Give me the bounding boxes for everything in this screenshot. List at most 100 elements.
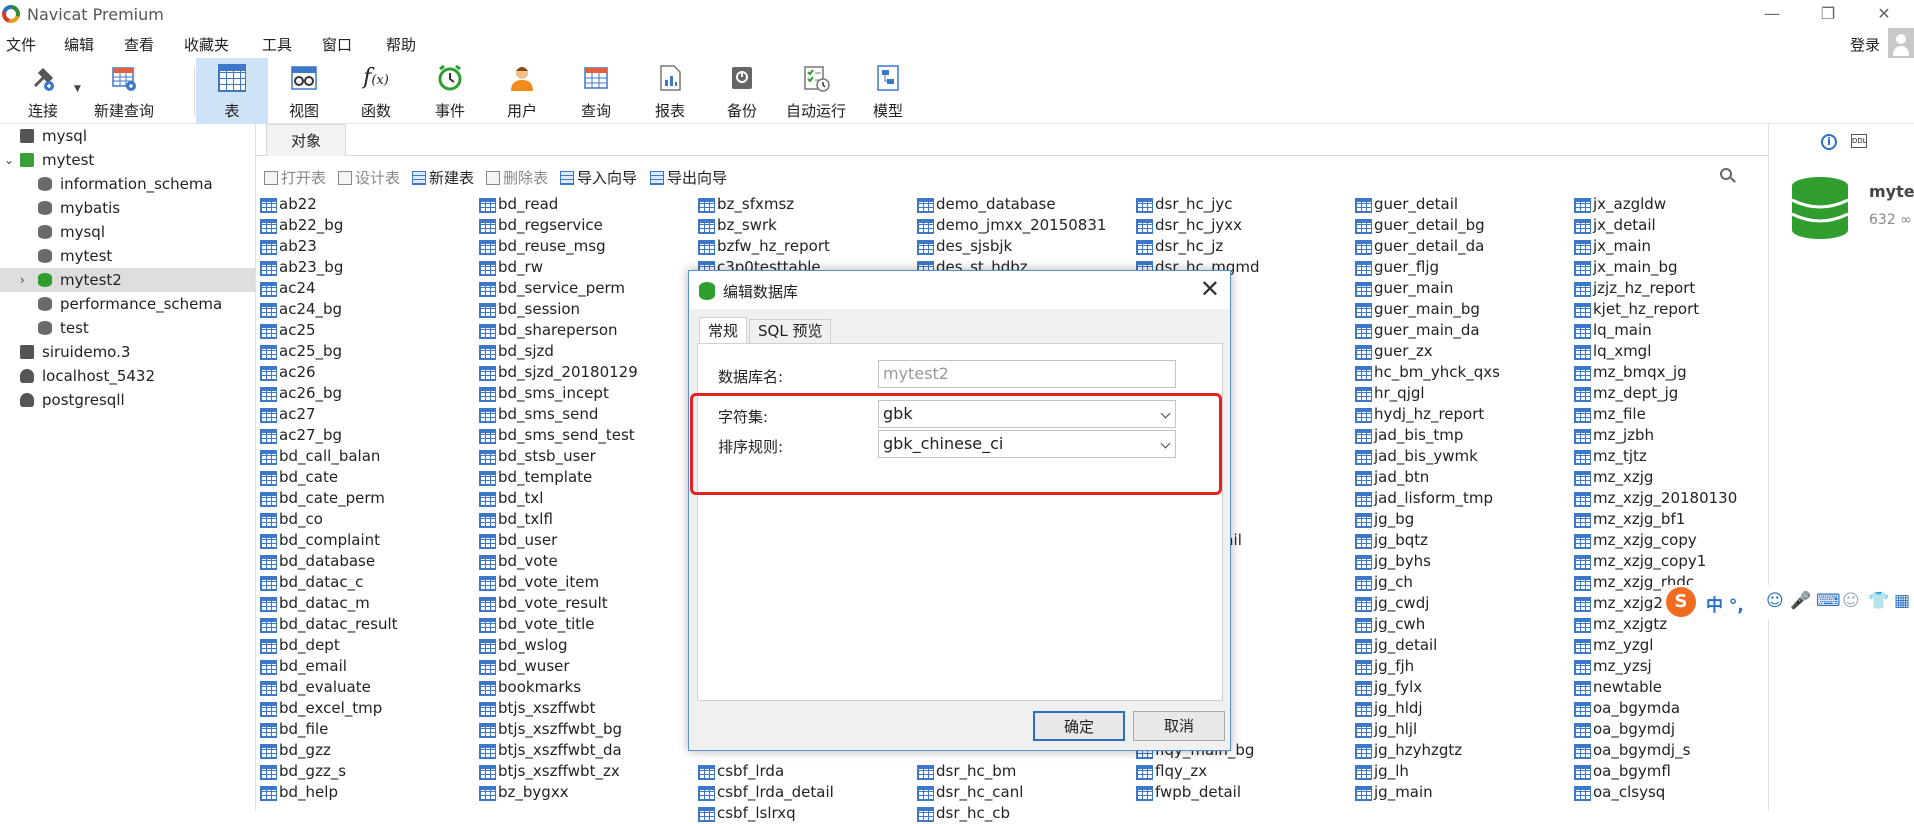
table-item[interactable]: bd_rw xyxy=(477,257,697,278)
microphone-icon[interactable]: 🎤 xyxy=(1790,591,1811,611)
avatar[interactable] xyxy=(1888,28,1914,60)
dialog-close-button[interactable]: ✕ xyxy=(1200,275,1220,303)
toolbar-user-button[interactable]: 用户 xyxy=(492,58,552,124)
table-item[interactable]: ac25_bg xyxy=(258,341,478,362)
table-item[interactable]: dsr_hc_canl xyxy=(915,782,1135,803)
collapsed-caret-icon[interactable]: › xyxy=(20,268,25,292)
info-icon[interactable]: i xyxy=(1821,134,1837,150)
tree-item-mytest-connection[interactable]: ⌄ mytest xyxy=(0,148,255,172)
table-item[interactable]: mz_xzjg_bf1 xyxy=(1572,509,1792,530)
toolbar-connect-button[interactable]: 连接 xyxy=(14,58,72,124)
table-item[interactable]: bz_bygxx xyxy=(477,782,697,803)
ime-toolbar[interactable]: S 中 °, ☺ 🎤 ⌨ ☺ 👕 ▦ xyxy=(1662,585,1914,619)
table-item[interactable]: bd_stsb_user xyxy=(477,446,697,467)
maximize-button[interactable]: ❐ xyxy=(1808,2,1848,26)
table-item[interactable]: jg_cwh xyxy=(1353,614,1573,635)
table-item[interactable]: bd_reuse_msg xyxy=(477,236,697,257)
tree-item-siruidemo[interactable]: siruidemo.3 xyxy=(0,340,255,364)
table-item[interactable]: dsr_hc_jz xyxy=(1134,236,1354,257)
table-item[interactable]: jx_main xyxy=(1572,236,1792,257)
table-item[interactable]: btjs_xszffwbt_zx xyxy=(477,761,697,782)
table-item[interactable]: oa_bgymdj xyxy=(1572,719,1792,740)
table-item[interactable]: bd_file xyxy=(258,719,478,740)
table-item[interactable]: bd_vote xyxy=(477,551,697,572)
table-item[interactable]: bd_vote_result xyxy=(477,593,697,614)
table-item[interactable]: ab23_bg xyxy=(258,257,478,278)
table-item[interactable]: jg_byhs xyxy=(1353,551,1573,572)
table-item[interactable]: jad_lisform_tmp xyxy=(1353,488,1573,509)
table-item[interactable]: jx_azgldw xyxy=(1572,194,1792,215)
ddl-icon[interactable]: DDL xyxy=(1851,134,1867,148)
table-item[interactable]: jg_fjh xyxy=(1353,656,1573,677)
table-item[interactable]: bd_sms_incept xyxy=(477,383,697,404)
table-item[interactable]: ab22 xyxy=(258,194,478,215)
menu-view[interactable]: 查看 xyxy=(124,34,154,55)
table-item[interactable]: mz_dept_jg xyxy=(1572,383,1792,404)
tree-item-mysql-connection[interactable]: mysql xyxy=(0,124,255,148)
table-item[interactable]: dsr_hc_bm xyxy=(915,761,1135,782)
table-item[interactable]: lq_xmgl xyxy=(1572,341,1792,362)
minimize-button[interactable]: — xyxy=(1752,2,1792,26)
toolbox-icon[interactable]: ▦ xyxy=(1894,591,1910,611)
toolbar-backup-button[interactable]: 备份 xyxy=(712,58,772,124)
table-item[interactable]: jg_hldj xyxy=(1353,698,1573,719)
table-item[interactable]: jg_fylx xyxy=(1353,677,1573,698)
table-item[interactable]: bd_service_perm xyxy=(477,278,697,299)
tree-item-mybatis[interactable]: mybatis xyxy=(0,196,255,220)
table-item[interactable]: ab22_bg xyxy=(258,215,478,236)
toolbar-table-button[interactable]: 表 xyxy=(196,58,268,124)
menu-edit[interactable]: 编辑 xyxy=(64,34,94,55)
table-item[interactable]: bd_excel_tmp xyxy=(258,698,478,719)
ime-mode-label[interactable]: 中 °, xyxy=(1706,591,1744,616)
table-item[interactable]: bd_dept xyxy=(258,635,478,656)
new-table-button[interactable]: 新建表 xyxy=(412,167,474,188)
table-item[interactable]: bd_sjzd xyxy=(477,341,697,362)
tree-item-postgresqll[interactable]: postgresqll xyxy=(0,388,255,412)
table-item[interactable]: bd_sms_send_test xyxy=(477,425,697,446)
table-item[interactable]: bd_datac_result xyxy=(258,614,478,635)
table-item[interactable]: bd_email xyxy=(258,656,478,677)
tree-item-mysql-db[interactable]: mysql xyxy=(0,220,255,244)
table-item[interactable]: bd_complaint xyxy=(258,530,478,551)
table-item[interactable]: bd_vote_item xyxy=(477,572,697,593)
table-item[interactable]: ab23 xyxy=(258,236,478,257)
toolbar-automation-button[interactable]: 自动运行 xyxy=(778,58,854,124)
close-button[interactable]: ✕ xyxy=(1864,2,1904,26)
table-item[interactable]: fwpb_detail xyxy=(1134,782,1354,803)
table-item[interactable]: jx_main_bg xyxy=(1572,257,1792,278)
table-item[interactable]: bd_cate_perm xyxy=(258,488,478,509)
table-item[interactable]: bd_gzz xyxy=(258,740,478,761)
toolbar-query-button[interactable]: 查询 xyxy=(566,58,626,124)
table-item[interactable]: jg_lh xyxy=(1353,761,1573,782)
table-item[interactable]: bd_evaluate xyxy=(258,677,478,698)
table-item[interactable]: bd_co xyxy=(258,509,478,530)
keyboard-icon[interactable]: ⌨ xyxy=(1816,591,1841,611)
export-wizard-button[interactable]: 导出向导 xyxy=(650,167,727,188)
table-item[interactable]: guer_main xyxy=(1353,278,1573,299)
table-item[interactable]: bd_wslog xyxy=(477,635,697,656)
open-table-button[interactable]: 打开表 xyxy=(264,167,326,188)
table-item[interactable]: bd_shareperson xyxy=(477,320,697,341)
menu-window[interactable]: 窗口 xyxy=(322,34,352,55)
table-item[interactable]: jad_bis_tmp xyxy=(1353,425,1573,446)
table-item[interactable]: dsr_hc_jyxx xyxy=(1134,215,1354,236)
table-item[interactable]: newtable xyxy=(1572,677,1792,698)
cancel-button[interactable]: 取消 xyxy=(1133,711,1225,741)
table-item[interactable]: mz_xzjg_copy1 xyxy=(1572,551,1792,572)
toolbar-report-button[interactable]: 报表 xyxy=(640,58,700,124)
table-item[interactable]: bd_datac_c xyxy=(258,572,478,593)
table-item[interactable]: mz_xzjg xyxy=(1572,467,1792,488)
toolbar-event-button[interactable]: 事件 xyxy=(420,58,480,124)
table-item[interactable]: jx_detail xyxy=(1572,215,1792,236)
table-item[interactable]: bookmarks xyxy=(477,677,697,698)
table-item[interactable]: mz_bmqx_jg xyxy=(1572,362,1792,383)
table-item[interactable]: guer_detail_bg xyxy=(1353,215,1573,236)
table-item[interactable]: mz_yzgl xyxy=(1572,635,1792,656)
table-item[interactable]: bd_sms_send xyxy=(477,404,697,425)
table-item[interactable]: bd_call_balan xyxy=(258,446,478,467)
table-item[interactable]: kjet_hz_report xyxy=(1572,299,1792,320)
table-item[interactable]: mz_tjtz xyxy=(1572,446,1792,467)
menu-file[interactable]: 文件 xyxy=(6,34,36,55)
table-item[interactable]: ac26 xyxy=(258,362,478,383)
tree-item-localhost-5432[interactable]: localhost_5432 xyxy=(0,364,255,388)
